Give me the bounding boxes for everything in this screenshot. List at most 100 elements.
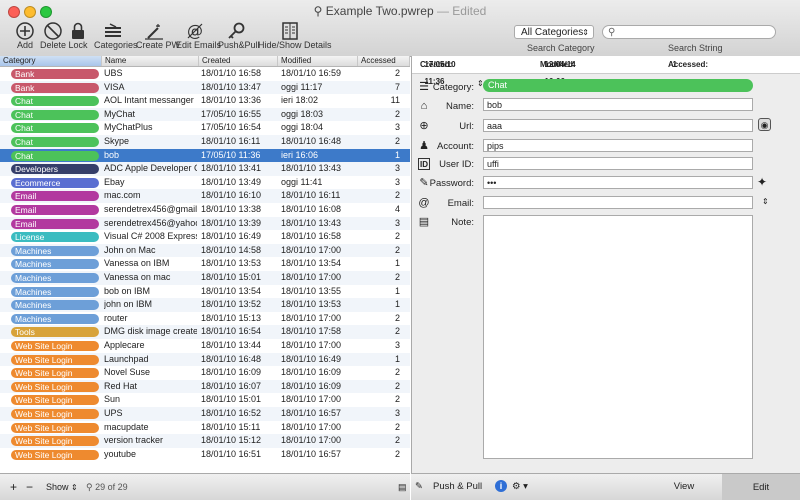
table-row[interactable]: Web Site Login macupdate 18/01/10 15:11 18/… [0,421,410,435]
reveal-password-icon[interactable]: ✦ [757,175,767,189]
category-pill: Bank [11,69,99,79]
row-accessed: 3 [394,408,400,418]
table-row[interactable]: Machines Vanessa on mac 18/01/10 15:01 18/0… [0,271,410,285]
table-row[interactable]: Bank VISA 18/01/10 13:47 oggi 11:17 7 [0,80,410,95]
accessed-info: Accessed: 1 [668,60,709,69]
column-header-accessed[interactable]: Accessed [358,56,410,66]
create-pw-button[interactable]: Create PW [136,22,180,54]
row-name: john on IBM [104,299,153,310]
table-row[interactable]: Web Site Login youtube 18/01/10 16:51 18/01… [0,448,410,462]
category-pill: Chat [11,96,99,107]
table-row[interactable]: Email mac.com 18/01/10 16:10 18/01/10 16:11… [0,189,410,203]
account-field[interactable]: pips [483,139,753,152]
table-row[interactable]: Web Site Login Red Hat 18/01/10 16:07 18/01… [0,379,410,394]
row-name: serendetrex456@gmail.cc [104,204,197,214]
row-name: bob on IBM [104,285,151,296]
open-url-icon[interactable]: ◉ [758,118,771,131]
table-row[interactable]: Bank UBS 18/01/10 16:58 18/01/10 16:59 2 [0,67,410,81]
note-toggle-icon[interactable]: ▤ [398,480,407,494]
row-created: 18/01/10 15:11 [201,421,261,432]
table-row[interactable]: Web Site Login Novel Suse 18/01/10 16:09 18… [0,366,410,380]
row-created: 18/01/10 13:38 [201,204,262,214]
row-created: 18/01/10 16:09 [201,367,262,378]
column-header-modified[interactable]: Modified [278,56,358,66]
url-field[interactable]: aaa [483,119,753,132]
table-row[interactable]: Machines router 18/01/10 15:13 18/01/10 17:… [0,312,410,326]
hide-show-details-button[interactable]: Hide/Show Details [258,22,332,54]
password-field[interactable]: ••• [483,176,753,189]
column-header-name[interactable]: Name [102,56,199,66]
table-row[interactable]: Chat MyChat 17/05/10 16:55 oggi 18:03 2 [0,107,410,122]
lock-icon [72,22,84,39]
table-row[interactable]: Web Site Login Applecare 18/01/10 13:44 18/… [0,339,410,353]
table-row[interactable]: Chat AOL Intant messanger 18/01/10 13:36 ie… [0,94,410,108]
table-row[interactable]: Tools DMG disk image created t 18/01/10 16… [0,325,410,339]
add-item-button[interactable]: + [10,480,17,494]
row-created: 18/01/10 16:49 [201,231,262,242]
push-pull-footer-button[interactable]: Push & Pull [433,480,482,494]
view-button[interactable]: View [646,480,722,494]
table-row[interactable]: Machines john on IBM 18/01/10 13:52 18/01/1… [0,298,410,312]
row-name: macupdate [104,421,149,432]
category-value[interactable]: Chat [483,79,753,92]
row-accessed: 7 [394,81,400,92]
delete-icon [44,22,62,40]
table-row[interactable]: Ecommerce Ebay 18/01/10 13:49 oggi 11:41 3 [0,176,410,190]
edit-emails-button[interactable]: @ Edit Emails [176,22,221,54]
category-filter-select[interactable]: All Categories ⇕ [514,25,594,39]
table-row[interactable]: Chat MyChatPlus 17/05/10 16:54 oggi 18:04 3 [0,121,410,135]
row-accessed: 1 [394,285,400,296]
pen-icon[interactable]: ✎ [415,480,423,494]
modified-info: Modified: 12/04/14 16:06 [540,60,576,86]
table-row[interactable]: Email serendetrex456@yahoo.c 18/01/10 13:3… [0,216,410,231]
row-created: 18/01/10 13:47 [201,81,262,92]
category-pill: Web Site Login [11,422,99,433]
push-pull-button[interactable]: Push&Pull [218,22,260,54]
row-created: 18/01/10 13:52 [201,299,262,310]
row-name: Novel Suse [104,367,151,378]
userid-field[interactable]: uffi [483,157,753,170]
name-field[interactable]: bob [483,98,753,111]
lock-button[interactable]: Lock [67,22,89,54]
categories-button[interactable]: Categories [94,22,138,54]
row-created: 18/01/10 16:07 [201,380,262,391]
row-modified: 18/01/10 13:54 [281,258,342,269]
table-row[interactable]: Machines bob on IBM 18/01/10 13:54 18/01/10… [0,285,410,299]
note-field[interactable] [483,215,753,459]
table-row[interactable]: Chat bob 17/05/10 11:36 ieri 16:06 1 [0,148,410,163]
edit-button[interactable]: Edit [722,474,800,500]
note-label: Note: [451,217,474,228]
column-header-created[interactable]: Created [199,56,278,66]
column-header-category[interactable]: Category [0,56,102,66]
category-pill: Machines [11,259,99,270]
email-field[interactable] [483,196,753,209]
delete-button[interactable]: Delete [40,22,66,54]
table-row[interactable]: License Visual C# 2008 Express 18/01/10 16… [0,230,410,244]
table-row[interactable]: Web Site Login Sun 18/01/10 15:01 18/01/10 … [0,393,410,407]
row-created: 17/05/10 11:36 [201,149,261,160]
table-row[interactable]: Email serendetrex456@gmail.cc 18/01/10 13:… [0,203,410,217]
row-created: 18/01/10 15:13 [201,312,262,323]
show-menu[interactable]: Show ⇕ [46,480,78,494]
table-row[interactable]: Web Site Login Launchpad 18/01/10 16:48 18/… [0,352,410,367]
table-row[interactable]: Machines Vanessa on IBM 18/01/10 13:53 18/0… [0,257,410,271]
table-row[interactable]: Developers ADC Apple Developer Cor 18/01/1… [0,162,410,176]
table-row[interactable]: Chat Skype 18/01/10 16:11 18/01/10 16:48 2 [0,135,410,149]
table-row[interactable]: Machines John on Mac 18/01/10 14:58 18/01/1… [0,243,410,258]
table-row[interactable]: Web Site Login UPS 18/01/10 16:52 18/01/10 … [0,407,410,421]
info-icon[interactable]: i [495,480,507,492]
gear-icon[interactable]: ⚙ ▾ [512,480,528,494]
row-name: serendetrex456@yahoo.c [104,217,197,228]
search-input[interactable]: ⚲ [602,25,776,39]
category-pill: Machines [11,300,99,311]
row-created: 18/01/10 14:58 [201,244,262,255]
search-category-caption: Search Category [527,43,595,53]
email-stepper-icon[interactable]: ⇕ [762,197,769,206]
chevron-updown-icon: ⇕ [582,28,589,37]
category-pill: Web Site Login [11,395,99,406]
add-button[interactable]: Add [12,22,38,54]
table-row[interactable]: Web Site Login version tracker 18/01/10 15… [0,434,410,448]
remove-item-button[interactable]: − [26,480,33,494]
row-modified: 18/01/10 16:59 [281,68,342,78]
row-accessed: 2 [394,190,400,201]
